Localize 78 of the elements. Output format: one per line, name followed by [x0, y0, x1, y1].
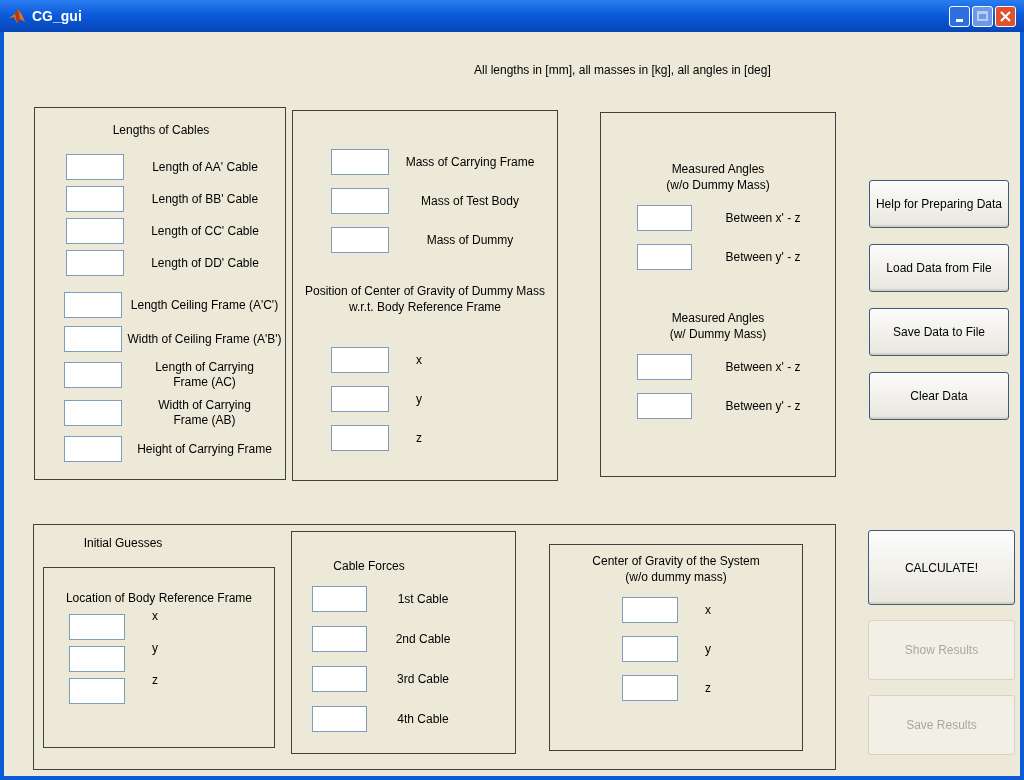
- field-label: Length of Carrying Frame (AC): [154, 360, 255, 390]
- field-label: 4th Cable: [396, 711, 450, 727]
- close-icon: [1000, 10, 1011, 22]
- field-label: Mass of Test Body: [420, 193, 520, 209]
- field-label: x: [415, 352, 423, 368]
- input-field[interactable]: [637, 393, 692, 419]
- panel-title: Initial Guesses: [82, 535, 164, 551]
- input-field[interactable]: [622, 636, 678, 662]
- app-logo-icon: [8, 8, 26, 24]
- field-label: Width of Ceiling Frame (A'B'): [126, 331, 283, 347]
- field-label: 2nd Cable: [394, 631, 452, 647]
- field-label: Mass of Carrying Frame: [404, 154, 536, 170]
- field-label: 3rd Cable: [396, 671, 450, 687]
- input-field[interactable]: [331, 188, 389, 214]
- field-label: Width of Carrying Frame (AB): [157, 398, 252, 428]
- field-label: x: [151, 609, 159, 624]
- action-button[interactable]: Load Data from File: [869, 244, 1009, 292]
- input-field[interactable]: [331, 425, 389, 451]
- field-label: Between x' - z: [724, 359, 802, 375]
- field-label: z: [415, 430, 423, 446]
- input-field[interactable]: [66, 218, 124, 244]
- input-field[interactable]: [69, 646, 125, 672]
- input-field[interactable]: [331, 347, 389, 373]
- panel-title: Measured Angles (w/ Dummy Mass): [668, 310, 768, 342]
- panel-title: Lengths of Cables: [111, 122, 211, 138]
- input-field[interactable]: [312, 626, 367, 652]
- action-button[interactable]: Save Data to File: [869, 308, 1009, 356]
- field-label: Length Ceiling Frame (A'C'): [129, 297, 280, 313]
- field-label: Length of CC' Cable: [150, 223, 260, 239]
- input-field[interactable]: [331, 386, 389, 412]
- input-field[interactable]: [312, 666, 367, 692]
- panel-title: Cable Forces: [332, 558, 406, 574]
- input-field[interactable]: [637, 354, 692, 380]
- field-label: Length of BB' Cable: [150, 191, 260, 207]
- field-label: Mass of Dummy: [425, 232, 515, 248]
- input-field[interactable]: [66, 250, 124, 276]
- field-label: Between x' - z: [724, 210, 802, 226]
- minimize-button[interactable]: [949, 5, 970, 27]
- input-field[interactable]: [66, 154, 124, 180]
- field-label: 1st Cable: [396, 591, 450, 607]
- close-button[interactable]: [995, 5, 1016, 27]
- field-label: y: [704, 641, 712, 657]
- field-label: Between y' - z: [724, 249, 802, 265]
- input-field[interactable]: [64, 292, 122, 318]
- units-note: All lengths in [mm], all masses in [kg], all angles in [deg]: [474, 61, 771, 79]
- field-label: Length of DD' Cable: [150, 255, 260, 271]
- input-field[interactable]: [66, 186, 124, 212]
- input-field[interactable]: [637, 205, 692, 231]
- input-field[interactable]: [64, 400, 122, 426]
- panel-title: Measured Angles (w/o Dummy Mass): [665, 161, 771, 193]
- input-field[interactable]: [622, 597, 678, 623]
- field-label: Height of Carrying Frame: [136, 441, 273, 457]
- input-field[interactable]: [64, 362, 122, 388]
- input-field[interactable]: [69, 678, 125, 704]
- action-button[interactable]: Help for Preparing Data: [869, 180, 1009, 228]
- action-button[interactable]: CALCULATE!: [868, 530, 1015, 605]
- panel-title: Center of Gravity of the System (w/o dummy mass): [591, 553, 761, 585]
- input-field[interactable]: [331, 227, 389, 253]
- input-field[interactable]: [312, 586, 367, 612]
- field-label: y: [415, 391, 423, 407]
- panel-title: Location of Body Reference Frame: [64, 590, 254, 606]
- input-field[interactable]: [331, 149, 389, 175]
- field-label: x: [704, 602, 712, 618]
- field-label: z: [151, 673, 159, 688]
- input-field[interactable]: [64, 436, 122, 462]
- input-field[interactable]: [312, 706, 367, 732]
- input-field[interactable]: [637, 244, 692, 270]
- window-title: CG_gui: [32, 6, 82, 26]
- field-label: y: [151, 641, 159, 656]
- field-label: Between y' - z: [724, 398, 802, 414]
- input-field[interactable]: [69, 614, 125, 640]
- field-label: z: [704, 680, 712, 696]
- input-field[interactable]: [64, 326, 122, 352]
- panel-title: Position of Center of Gravity of Dummy Mass w.r.t. Body Reference Frame: [303, 283, 547, 315]
- action-button[interactable]: Clear Data: [869, 372, 1009, 420]
- field-label: Length of AA' Cable: [151, 159, 259, 175]
- maximize-button[interactable]: [972, 5, 993, 27]
- input-field[interactable]: [622, 675, 678, 701]
